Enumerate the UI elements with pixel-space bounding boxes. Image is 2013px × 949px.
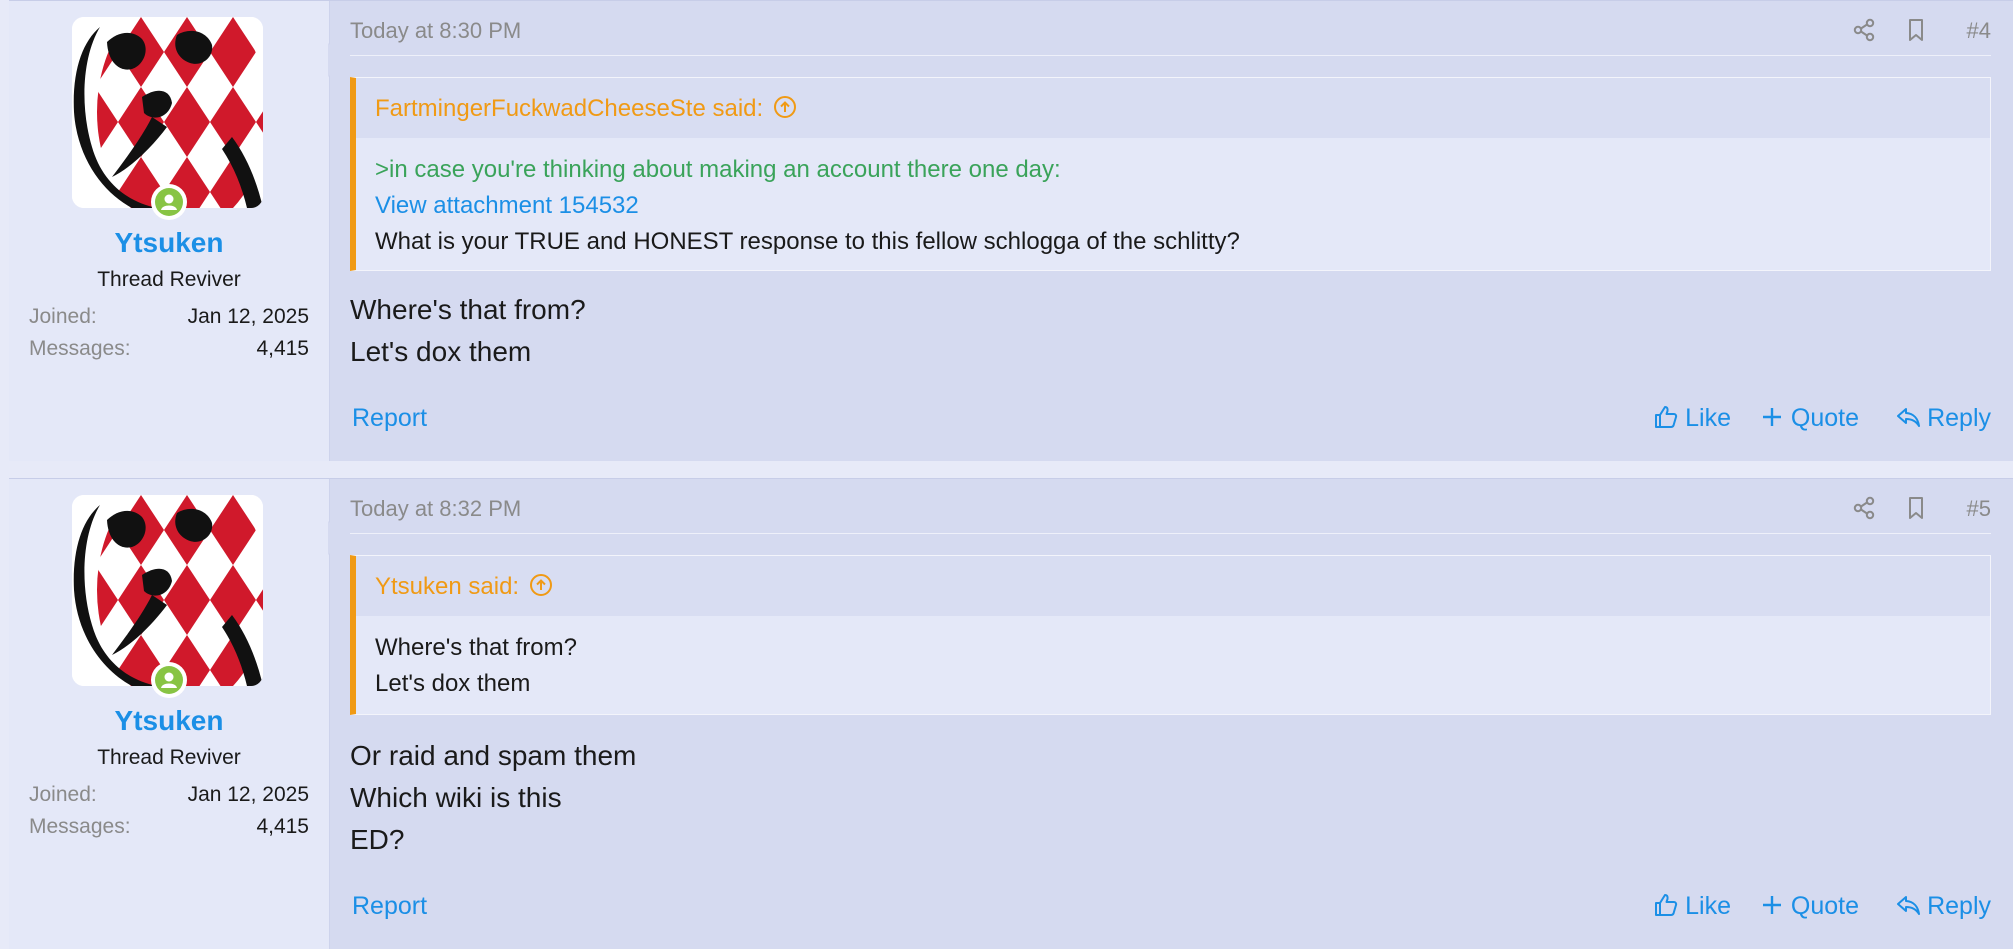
post-date[interactable]: Today at 8:30 PM — [350, 18, 521, 44]
bookmark-icon[interactable] — [1903, 495, 1929, 521]
post-body: Where's that from? Let's dox them — [350, 289, 586, 373]
username[interactable]: Ytsuken — [9, 227, 329, 259]
body-line: ED? — [350, 824, 405, 855]
messages-value: 4,415 — [256, 337, 309, 360]
body-line: Where's that from? — [350, 294, 586, 325]
avatar[interactable] — [72, 495, 263, 686]
body-line: Which wiki is this — [350, 782, 562, 813]
post-actions: Report Like Quote Reply — [349, 404, 1991, 444]
reply-icon — [1897, 896, 1921, 915]
attachment-link[interactable]: View attachment 154532 — [375, 188, 1971, 224]
post-date[interactable]: Today at 8:32 PM — [350, 496, 521, 522]
thumbs-up-icon — [1655, 406, 1678, 428]
online-status-icon — [151, 184, 187, 220]
post-5: Ytsuken Thread Reviver Joined: Jan 12, 2… — [9, 478, 2013, 949]
quote-content: >in case you're thinking about making an… — [356, 138, 1990, 274]
quote-button[interactable]: Quote — [1759, 892, 1859, 921]
quote-content: Where's that from? Let's dox them — [356, 616, 1990, 716]
post-4: Ytsuken Thread Reviver Joined: Jan 12, 2… — [9, 0, 2013, 461]
joined-label: Joined: — [29, 783, 97, 806]
reply-button[interactable]: Reply — [1895, 404, 1991, 433]
quote-block: FartmingerFuckwadCheeseSte said: >in cas… — [350, 77, 1991, 271]
body-line: Let's dox them — [350, 336, 532, 367]
user-title: Thread Reviver — [97, 746, 241, 769]
messages-label: Messages: — [29, 337, 131, 360]
quote-button[interactable]: Quote — [1759, 404, 1859, 433]
like-button[interactable]: Like — [1653, 892, 1731, 921]
arrow-up-circle-icon[interactable] — [773, 95, 797, 119]
plus-icon — [1762, 408, 1781, 426]
report-link[interactable]: Report — [352, 404, 427, 433]
message-cell: Today at 8:30 PM #4 FartmingerFuckwadChe… — [349, 1, 1993, 461]
user-title: Thread Reviver — [97, 268, 241, 291]
thumbs-up-icon — [1655, 894, 1678, 916]
body-line: Or raid and spam them — [350, 740, 637, 771]
post-header: Today at 8:32 PM #5 — [350, 479, 1991, 534]
quote-line: What is your TRUE and HONEST response to… — [375, 228, 1240, 255]
like-button[interactable]: Like — [1653, 404, 1731, 433]
quote-header: FartmingerFuckwadCheeseSte said: — [356, 78, 1990, 138]
joined-value: Jan 12, 2025 — [187, 783, 309, 806]
joined-value: Jan 12, 2025 — [187, 305, 309, 328]
post-header: Today at 8:30 PM #4 — [350, 1, 1991, 56]
online-status-icon — [151, 662, 187, 698]
quote-block: Ytsuken said: Where's that from? Let's d… — [350, 555, 1991, 715]
bookmark-icon[interactable] — [1903, 17, 1929, 43]
quote-author-link[interactable]: FartmingerFuckwadCheeseSte said: — [375, 95, 797, 123]
post-number[interactable]: #4 — [1967, 18, 1991, 44]
quote-line: Where's that from? — [375, 634, 577, 661]
plus-icon — [1762, 896, 1781, 914]
quote-greentext: >in case you're thinking about making an… — [375, 156, 1061, 183]
quote-author-link[interactable]: Ytsuken said: — [375, 573, 553, 601]
share-icon[interactable] — [1851, 495, 1877, 521]
share-icon[interactable] — [1851, 17, 1877, 43]
message-cell: Today at 8:32 PM #5 Ytsuken said: Where'… — [349, 479, 1993, 949]
joined-label: Joined: — [29, 305, 97, 328]
post-number[interactable]: #5 — [1967, 496, 1991, 522]
messages-value: 4,415 — [256, 815, 309, 838]
avatar[interactable] — [72, 17, 263, 208]
quote-line: Let's dox them — [375, 670, 531, 697]
user-cell: Ytsuken Thread Reviver Joined: Jan 12, 2… — [9, 1, 330, 461]
user-cell: Ytsuken Thread Reviver Joined: Jan 12, 2… — [9, 479, 330, 949]
reply-button[interactable]: Reply — [1895, 892, 1991, 921]
quote-header: Ytsuken said: — [356, 556, 1990, 616]
reply-icon — [1897, 408, 1921, 427]
messages-label: Messages: — [29, 815, 131, 838]
post-actions: Report Like Quote Reply — [349, 892, 1991, 932]
username[interactable]: Ytsuken — [9, 705, 329, 737]
post-body: Or raid and spam them Which wiki is this… — [350, 735, 636, 861]
arrow-up-circle-icon[interactable] — [529, 573, 553, 597]
report-link[interactable]: Report — [352, 892, 427, 921]
